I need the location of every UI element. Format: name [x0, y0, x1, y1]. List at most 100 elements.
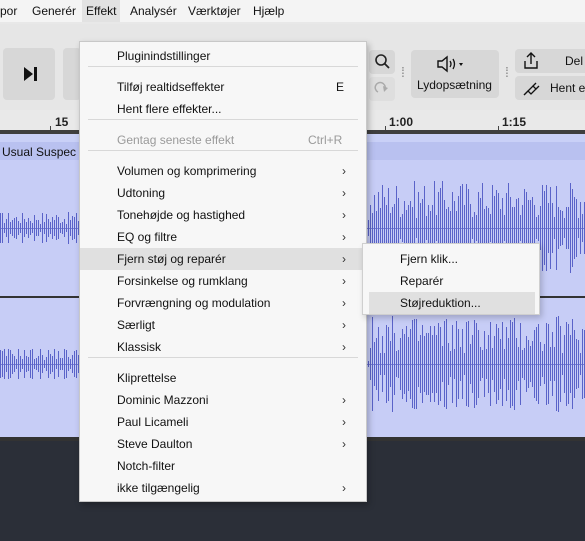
effect-menu-item[interactable]: EQ og filtre › — [80, 226, 366, 248]
get-plugins-button[interactable]: Hent e — [515, 76, 585, 100]
effect-menu-item[interactable]: Særligt › — [80, 314, 366, 336]
waveform-sample — [418, 340, 419, 388]
effect-menu-item[interactable]: Volumen og komprimering › — [80, 160, 366, 182]
waveform-sample — [480, 347, 481, 381]
chevron-right-icon: › — [342, 318, 346, 332]
waveform-sample — [42, 355, 43, 373]
share-button[interactable]: Del — [515, 49, 585, 73]
effect-menu-item: Gentag seneste effekt Ctrl+R — [80, 129, 366, 151]
menu-tools[interactable]: Værktøjer — [184, 0, 245, 22]
waveform-sample — [54, 348, 55, 380]
waveform-sample — [504, 349, 505, 379]
menu-item-label: Tilføj realtidseffekter — [117, 80, 225, 94]
waveform-sample — [544, 191, 545, 265]
effect-menu-item[interactable]: Tonehøjde og hastighed › — [80, 204, 366, 226]
waveform-sample — [18, 221, 19, 235]
effect-menu-item[interactable]: Forvrængning og modulation › — [80, 292, 366, 314]
chevron-right-icon: › — [342, 481, 346, 495]
audio-setup-button[interactable]: Lydopsætning — [411, 50, 499, 98]
waveform-sample — [518, 346, 519, 382]
waveform-sample — [74, 216, 75, 240]
redo-button[interactable] — [369, 77, 395, 101]
waveform-sample — [452, 325, 453, 403]
waveform-sample — [430, 326, 431, 402]
waveform-sample — [8, 348, 9, 380]
effect-menu-item[interactable]: Pluginindstillinger — [80, 45, 366, 67]
chevron-right-icon: › — [342, 186, 346, 200]
waveform-sample — [440, 326, 441, 402]
waveform-sample — [474, 211, 475, 245]
noise-submenu-item[interactable]: Reparér — [363, 270, 539, 292]
effect-menu-item[interactable]: Kliprettelse — [80, 367, 366, 389]
waveform-sample — [22, 212, 23, 244]
waveform-sample — [520, 215, 521, 241]
waveform-sample — [76, 349, 77, 379]
zoom-button[interactable] — [369, 50, 395, 74]
waveform-sample — [446, 209, 447, 247]
menu-bar: por Generér Effekt Analysér Værktøjer Hj… — [0, 0, 585, 24]
waveform-sample — [512, 321, 513, 407]
effect-menu-item[interactable]: Fjern støj og reparér › — [80, 248, 366, 270]
menu-analyze[interactable]: Analysér — [126, 0, 181, 22]
waveform-sample — [368, 220, 369, 236]
toolbar-grip[interactable]: ⁞ — [504, 64, 510, 80]
waveform-sample — [402, 329, 403, 399]
menu-item-shortcut: Ctrl+R — [308, 133, 343, 147]
waveform-sample — [10, 350, 11, 378]
menu-generate[interactable]: Generér — [28, 0, 80, 22]
effect-menu-item[interactable]: Dominic Mazzoni › — [80, 389, 366, 411]
waveform-sample — [516, 338, 517, 390]
menu-item-label: Fjern støj og reparér — [117, 252, 226, 266]
noise-submenu-item[interactable]: Støjreduktion... — [369, 292, 535, 314]
waveform-sample — [46, 357, 47, 371]
menu-item-label: Forsinkelse og rumklang — [117, 274, 248, 288]
waveform-sample — [12, 219, 13, 237]
waveform-sample — [568, 324, 569, 404]
waveform-sample — [468, 321, 469, 407]
effect-menu-item[interactable]: Notch-filter — [80, 455, 366, 477]
waveform-sample — [576, 338, 577, 390]
effect-menu-item[interactable]: Udtoning › — [80, 182, 366, 204]
waveform-sample — [580, 202, 581, 254]
waveform-sample — [528, 340, 529, 388]
waveform-sample — [536, 216, 537, 240]
waveform-sample — [40, 223, 41, 233]
waveform-sample — [514, 317, 515, 411]
effect-menu-item[interactable]: Steve Daulton › — [80, 433, 366, 455]
waveform-sample — [388, 327, 389, 401]
waveform-sample — [470, 343, 471, 385]
menu-help[interactable]: Hjælp — [249, 0, 288, 22]
waveform-sample — [382, 336, 383, 392]
menu-item-label: ikke tilgængelig — [117, 481, 200, 495]
waveform-sample — [490, 321, 491, 407]
magnifier-icon — [375, 54, 390, 69]
waveform-sample — [558, 316, 559, 412]
effect-menu-item[interactable]: Tilføj realtidseffekter E — [80, 76, 366, 98]
waveform-sample — [488, 334, 489, 394]
toolbar-grip[interactable]: ⁞ — [400, 64, 406, 80]
waveform-sample — [492, 348, 493, 380]
waveform-sample — [530, 346, 531, 382]
waveform-sample — [524, 347, 525, 381]
waveform-sample — [30, 350, 31, 378]
menu-item-label: Kliprettelse — [117, 371, 177, 385]
waveform-sample — [500, 209, 501, 247]
menu-effect[interactable]: Effekt — [82, 0, 121, 22]
effect-menu-item[interactable]: Klassisk › — [80, 336, 366, 358]
waveform-sample — [14, 217, 15, 238]
effect-menu-item[interactable]: Paul Licameli › — [80, 411, 366, 433]
menu-file[interactable]: por — [0, 0, 21, 22]
skip-to-end-button[interactable] — [3, 48, 55, 100]
waveform-sample — [448, 342, 449, 386]
waveform-sample — [60, 222, 61, 234]
noise-submenu-item[interactable]: Fjern klik... — [363, 248, 539, 270]
waveform-sample — [2, 350, 3, 378]
effect-menu-item[interactable]: Hent flere effekter... — [80, 98, 366, 120]
waveform-sample — [52, 217, 53, 239]
waveform-sample — [436, 215, 437, 241]
effect-menu-item[interactable]: Forsinkelse og rumklang › — [80, 270, 366, 292]
waveform-sample — [76, 213, 77, 243]
effect-menu-item[interactable]: ikke tilgængelig › — [80, 477, 366, 499]
waveform-sample — [558, 206, 559, 250]
waveform-sample — [576, 199, 577, 257]
